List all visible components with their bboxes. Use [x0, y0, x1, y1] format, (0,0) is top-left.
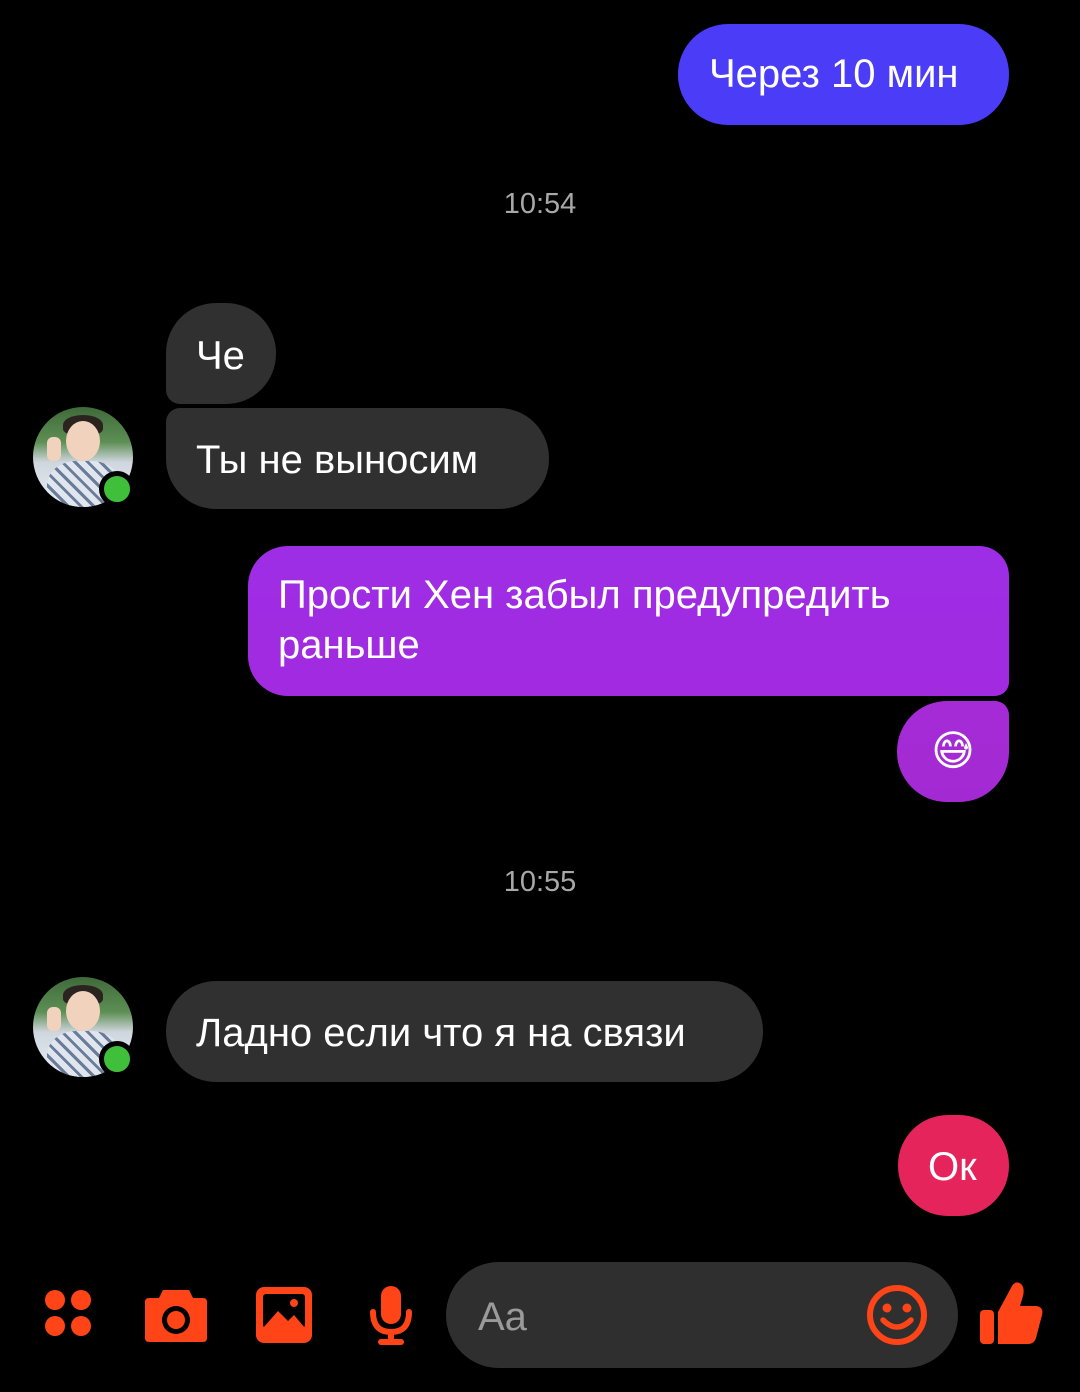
- message-sent-bubble[interactable]: Прости Хен забыл предупредить раньше: [248, 546, 1009, 696]
- message-sent-bubble[interactable]: Ок: [898, 1115, 1009, 1216]
- menu-icon[interactable]: [42, 1287, 94, 1339]
- thumbs-up-icon[interactable]: [978, 1280, 1044, 1348]
- camera-icon[interactable]: [143, 1284, 209, 1344]
- timestamp: 10:55: [503, 866, 577, 898]
- message-text: Ладно если что я на связи: [196, 1011, 686, 1055]
- message-input[interactable]: [476, 1288, 860, 1346]
- contact-avatar[interactable]: [33, 977, 135, 1077]
- message-text: Ок: [928, 1145, 977, 1189]
- message-composer[interactable]: [446, 1262, 958, 1368]
- message-received-bubble[interactable]: Ладно если что я на связи: [166, 981, 763, 1082]
- grinning-sweat-emoji-icon: 😅: [931, 727, 975, 774]
- microphone-icon[interactable]: [368, 1284, 414, 1346]
- message-text-line: Прости Хен забыл предупредить: [278, 573, 891, 617]
- online-status-dot: [99, 471, 135, 507]
- emoji-icon[interactable]: [866, 1284, 928, 1346]
- message-text-line: раньше: [278, 623, 420, 667]
- message-text: Через 10 мин: [709, 52, 959, 96]
- message-sent-bubble[interactable]: Через 10 мин: [678, 24, 1009, 125]
- message-text: Че: [196, 334, 245, 378]
- message-received-bubble[interactable]: Ты не выносим: [166, 408, 549, 509]
- message-sent-emoji-bubble[interactable]: 😅: [897, 701, 1009, 802]
- message-received-bubble[interactable]: Че: [166, 303, 276, 404]
- contact-avatar[interactable]: [33, 407, 135, 507]
- online-status-dot: [99, 1041, 135, 1077]
- timestamp: 10:54: [503, 188, 577, 220]
- message-text: Ты не выносим: [196, 438, 479, 482]
- gallery-icon[interactable]: [254, 1285, 314, 1345]
